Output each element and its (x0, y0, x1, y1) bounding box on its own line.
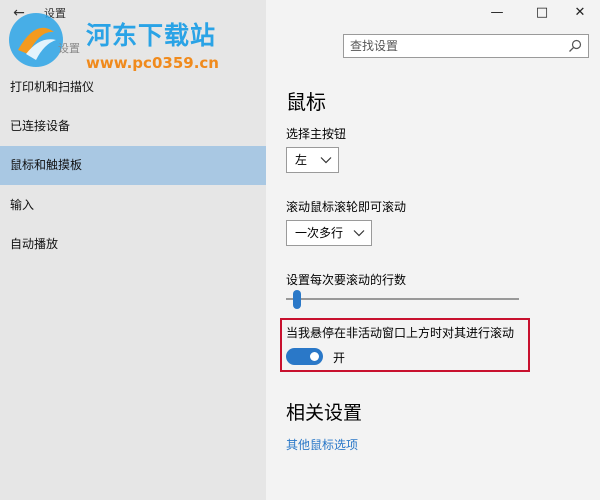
wheel-scroll-label: 滚动鼠标滚轮即可滚动 (286, 200, 407, 214)
primary-button-value: 左 (295, 153, 308, 167)
primary-button-dropdown[interactable]: 左 (286, 147, 339, 173)
sidebar-item-typing[interactable]: 输入 (0, 186, 266, 225)
content-pane (266, 0, 600, 500)
other-mouse-options-link[interactable]: 其他鼠标选项 (286, 436, 358, 453)
wheel-scroll-dropdown[interactable]: 一次多行 (286, 220, 372, 246)
watermark-logo-icon (9, 13, 63, 67)
sidebar-item-printers[interactable]: 打印机和扫描仪 (0, 68, 266, 107)
toggle-knob (310, 352, 319, 361)
search-input[interactable] (350, 38, 550, 54)
search-box[interactable] (343, 34, 589, 58)
sidebar-item-connected-devices[interactable]: 已连接设备 (0, 107, 266, 146)
lines-to-scroll-label: 设置每次要滚动的行数 (286, 273, 407, 287)
inactive-scroll-label: 当我悬停在非活动窗口上方时对其进行滚动 (286, 326, 515, 340)
chevron-down-icon (353, 230, 365, 237)
maximize-button[interactable]: □ (529, 2, 555, 24)
search-icon[interactable] (568, 39, 582, 53)
primary-button-label: 选择主按钮 (286, 127, 347, 141)
inactive-scroll-toggle[interactable] (286, 348, 323, 365)
watermark-site-name: 河东下载站 (86, 21, 217, 50)
watermark-settings-text: 设置 (58, 42, 80, 55)
minimize-button[interactable]: — (484, 2, 510, 24)
page-title: 鼠标 (286, 90, 326, 114)
inactive-scroll-toggle-state: 开 (333, 351, 346, 365)
related-settings-title: 相关设置 (286, 402, 363, 424)
close-button[interactable]: ✕ (567, 2, 593, 24)
lines-to-scroll-slider-thumb[interactable] (292, 290, 301, 309)
chevron-down-icon (320, 157, 332, 164)
wheel-scroll-value: 一次多行 (295, 226, 344, 240)
sidebar-item-autoplay[interactable]: 自动播放 (0, 225, 266, 264)
sidebar-item-mouse-touchpad[interactable]: 鼠标和触摸板 (0, 146, 266, 185)
lines-to-scroll-slider-track[interactable] (286, 298, 519, 300)
